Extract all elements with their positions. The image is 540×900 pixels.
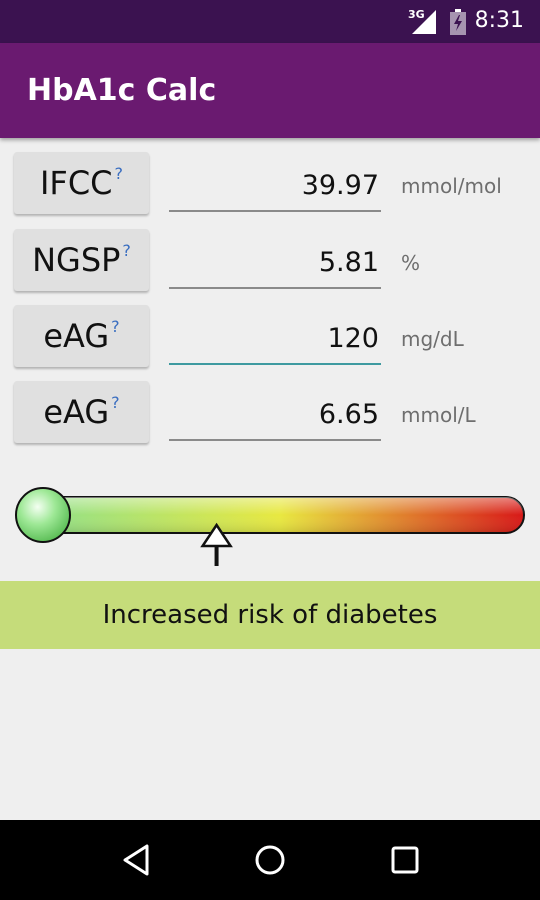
help-icon: ?	[122, 240, 131, 260]
risk-message: Increased risk of diabetes	[0, 581, 540, 649]
ngsp-unit: %	[401, 251, 421, 275]
navigation-bar	[0, 820, 540, 900]
eag-mgdl-row: eAG? mg/dL	[0, 305, 540, 371]
back-icon[interactable]	[117, 842, 157, 878]
eag-mgdl-input[interactable]	[169, 313, 381, 365]
eag-mgdl-help-button[interactable]: eAG?	[14, 305, 149, 367]
eag-label: eAG	[43, 393, 110, 431]
eag-mmol-input[interactable]	[169, 389, 381, 441]
help-icon: ?	[114, 163, 124, 183]
eag-label: eAG	[43, 317, 110, 355]
help-icon: ?	[111, 392, 120, 412]
ngsp-label: NGSP	[32, 241, 121, 279]
ifcc-help-button[interactable]: IFCC?	[14, 152, 149, 214]
help-icon: ?	[111, 316, 120, 336]
risk-scale-knob	[15, 487, 71, 543]
ifcc-label: IFCC	[39, 164, 113, 202]
eag-mmol-row: eAG? mmol/L	[0, 381, 540, 447]
ngsp-input[interactable]	[169, 237, 381, 289]
ifcc-unit: mmol/mol	[401, 174, 502, 198]
eag-mmol-unit: mmol/L	[401, 403, 476, 427]
eag-mmol-help-button[interactable]: eAG?	[14, 381, 149, 443]
eag-mgdl-unit: mg/dL	[401, 327, 464, 351]
battery-charging-icon	[450, 9, 466, 35]
app-bar: HbA1c Calc	[0, 43, 540, 138]
ifcc-row: IFCC? mmol/mol	[0, 152, 540, 218]
home-icon[interactable]	[250, 842, 290, 878]
status-bar: 3G 8:31	[0, 0, 540, 43]
ngsp-row: NGSP? %	[0, 229, 540, 295]
clock: 8:31	[474, 8, 524, 33]
signal-icon	[412, 10, 436, 34]
ngsp-help-button[interactable]: NGSP?	[14, 229, 149, 291]
app-title: HbA1c Calc	[27, 73, 217, 108]
risk-message-text: Increased risk of diabetes	[102, 600, 438, 630]
ifcc-input[interactable]	[169, 160, 381, 212]
risk-scale	[15, 487, 525, 566]
recents-icon[interactable]	[385, 842, 425, 878]
